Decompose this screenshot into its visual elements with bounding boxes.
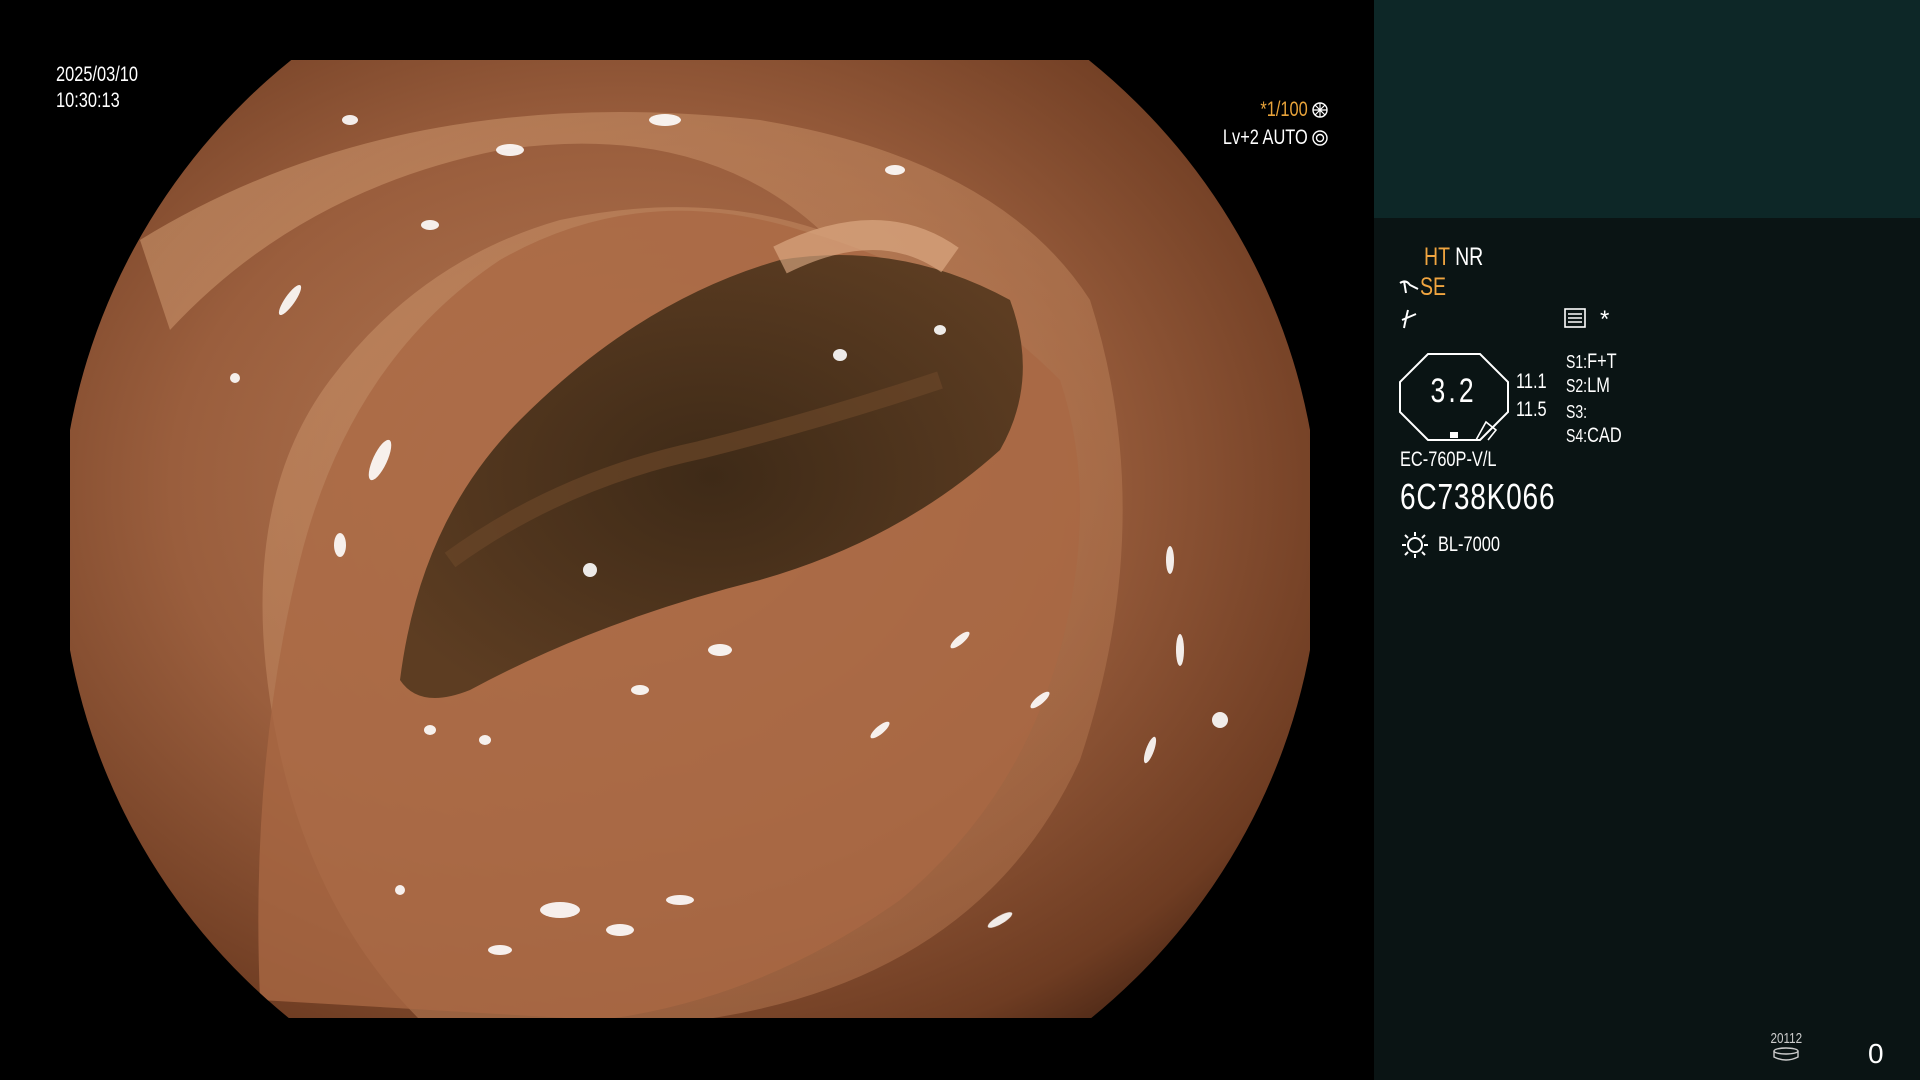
frame-counter: 0: [1868, 1038, 1884, 1069]
brightness-level: Lv+2 AUTO: [1223, 126, 1308, 149]
storage-count: 20112: [1770, 1030, 1803, 1047]
light-source: BL-7000: [1438, 533, 1500, 556]
structure-enhancement-line: SE: [1398, 272, 1453, 302]
cut-icon: [1401, 309, 1417, 329]
shutter-ring-icon: [1312, 102, 1328, 118]
switch-label: S3:: [1566, 402, 1588, 422]
switch-label: S4:: [1566, 426, 1588, 446]
info-panel: HT NR SE * 3.2 11.1 11.5 S1:F+T S2:LM S3…: [1374, 0, 1920, 1080]
storage-icon: [1773, 1047, 1799, 1061]
image-mode-line: HT NR: [1424, 242, 1500, 272]
date-time-readout: 2025/03/10 10:30:13: [56, 62, 161, 114]
menu-list-icon: [1564, 308, 1586, 328]
shutter-speed: *1/100: [1260, 98, 1308, 121]
info-panel-header: [1374, 0, 1920, 218]
storage-indicator: 20112: [1766, 1030, 1807, 1065]
scope-serial: 6C738K066: [1400, 476, 1556, 517]
iris-ring-icon: [1312, 130, 1328, 146]
switch-value: LM: [1587, 374, 1610, 397]
side-value-1: 11.1: [1516, 370, 1547, 393]
endoscope-view: 2025/03/10 10:30:13 *1/100 Lv+2 AUTO: [0, 0, 1374, 1080]
side-value-2: 11.5: [1516, 398, 1547, 421]
switch-value: F+T: [1587, 350, 1617, 373]
switch-value: CAD: [1587, 424, 1622, 447]
mode-nr: NR: [1455, 243, 1484, 271]
zoom-indicator: 3.2: [1398, 352, 1510, 442]
zoom-value: 3.2: [1430, 372, 1478, 410]
date-text: 2025/03/10: [56, 63, 138, 86]
star-indicator: *: [1600, 306, 1610, 333]
mode-se: SE: [1420, 273, 1447, 301]
time-text: 10:30:13: [56, 89, 120, 112]
switch-label: S1:: [1566, 352, 1588, 372]
switch-label: S2:: [1566, 376, 1588, 396]
exposure-readout: *1/100 Lv+2 AUTO: [1199, 96, 1328, 152]
endoscopic-image: [70, 60, 1310, 1018]
hook-icon: [1399, 280, 1419, 294]
mode-ht: HT: [1424, 243, 1450, 271]
light-source-row: BL-7000: [1400, 530, 1517, 560]
scope-model: EC-760P-V/L: [1400, 448, 1497, 471]
light-bulb-icon: [1402, 532, 1428, 558]
